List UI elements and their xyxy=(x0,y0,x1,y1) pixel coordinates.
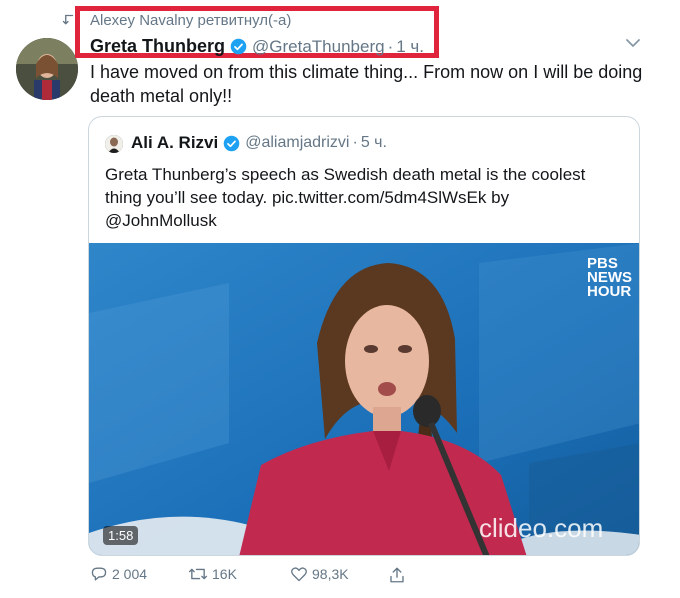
chevron-down-icon[interactable] xyxy=(626,38,640,48)
retweet-button[interactable]: 16K xyxy=(188,566,237,582)
quoted-tweet-time[interactable]: 5 ч. xyxy=(361,134,387,152)
pbs-newshour-logo: PBS NEWS HOUR xyxy=(587,256,632,300)
tweet-text: I have moved on from this climate thing.… xyxy=(90,62,643,106)
retweet-count: 16K xyxy=(212,566,237,582)
reply-button[interactable]: 2 004 xyxy=(90,566,147,582)
quoted-author-line: Ali A. Rizvi @aliamjadrizvi · 5 ч. xyxy=(131,133,387,153)
video-duration-badge: 1:58 xyxy=(103,526,139,545)
heart-icon xyxy=(291,567,307,582)
author-avatar[interactable] xyxy=(16,38,78,100)
reply-icon xyxy=(91,567,107,581)
retweet-action-icon xyxy=(188,568,208,580)
quoted-tweet-text: Greta Thunberg’s speech as Swedish death… xyxy=(105,165,586,230)
share-button[interactable] xyxy=(388,566,410,584)
time-separator: · xyxy=(387,36,394,56)
quoted-author-name[interactable]: Ali A. Rizvi xyxy=(131,133,218,153)
tweet-actions: 2 004 16K 98,3K xyxy=(90,566,490,588)
pbs-logo-line-3: HOUR xyxy=(587,283,632,300)
tweet-time[interactable]: 1 ч. xyxy=(396,37,424,57)
clideo-watermark: clideo.com xyxy=(479,513,604,543)
verified-badge-icon xyxy=(223,135,240,151)
video-thumbnail xyxy=(89,243,639,555)
author-handle[interactable]: @GretaThunberg xyxy=(252,37,385,57)
like-button[interactable]: 98,3K xyxy=(290,566,349,582)
share-icon xyxy=(390,567,404,583)
quoted-tweet[interactable]: Ali A. Rizvi @aliamjadrizvi · 5 ч. Greta… xyxy=(88,116,640,556)
like-count: 98,3K xyxy=(312,566,349,582)
author-line: Greta Thunberg @GretaThunberg · 1 ч. xyxy=(90,36,424,57)
verified-badge-icon xyxy=(230,38,247,55)
time-separator: · xyxy=(352,134,358,151)
quoted-author-handle[interactable]: @aliamjadrizvi xyxy=(245,134,349,152)
quoted-author-avatar[interactable] xyxy=(105,135,123,153)
author-name[interactable]: Greta Thunberg xyxy=(90,36,225,57)
video-player[interactable]: PBS NEWS HOUR clideo.com 1:58 xyxy=(89,243,639,555)
reply-count: 2 004 xyxy=(112,566,148,582)
